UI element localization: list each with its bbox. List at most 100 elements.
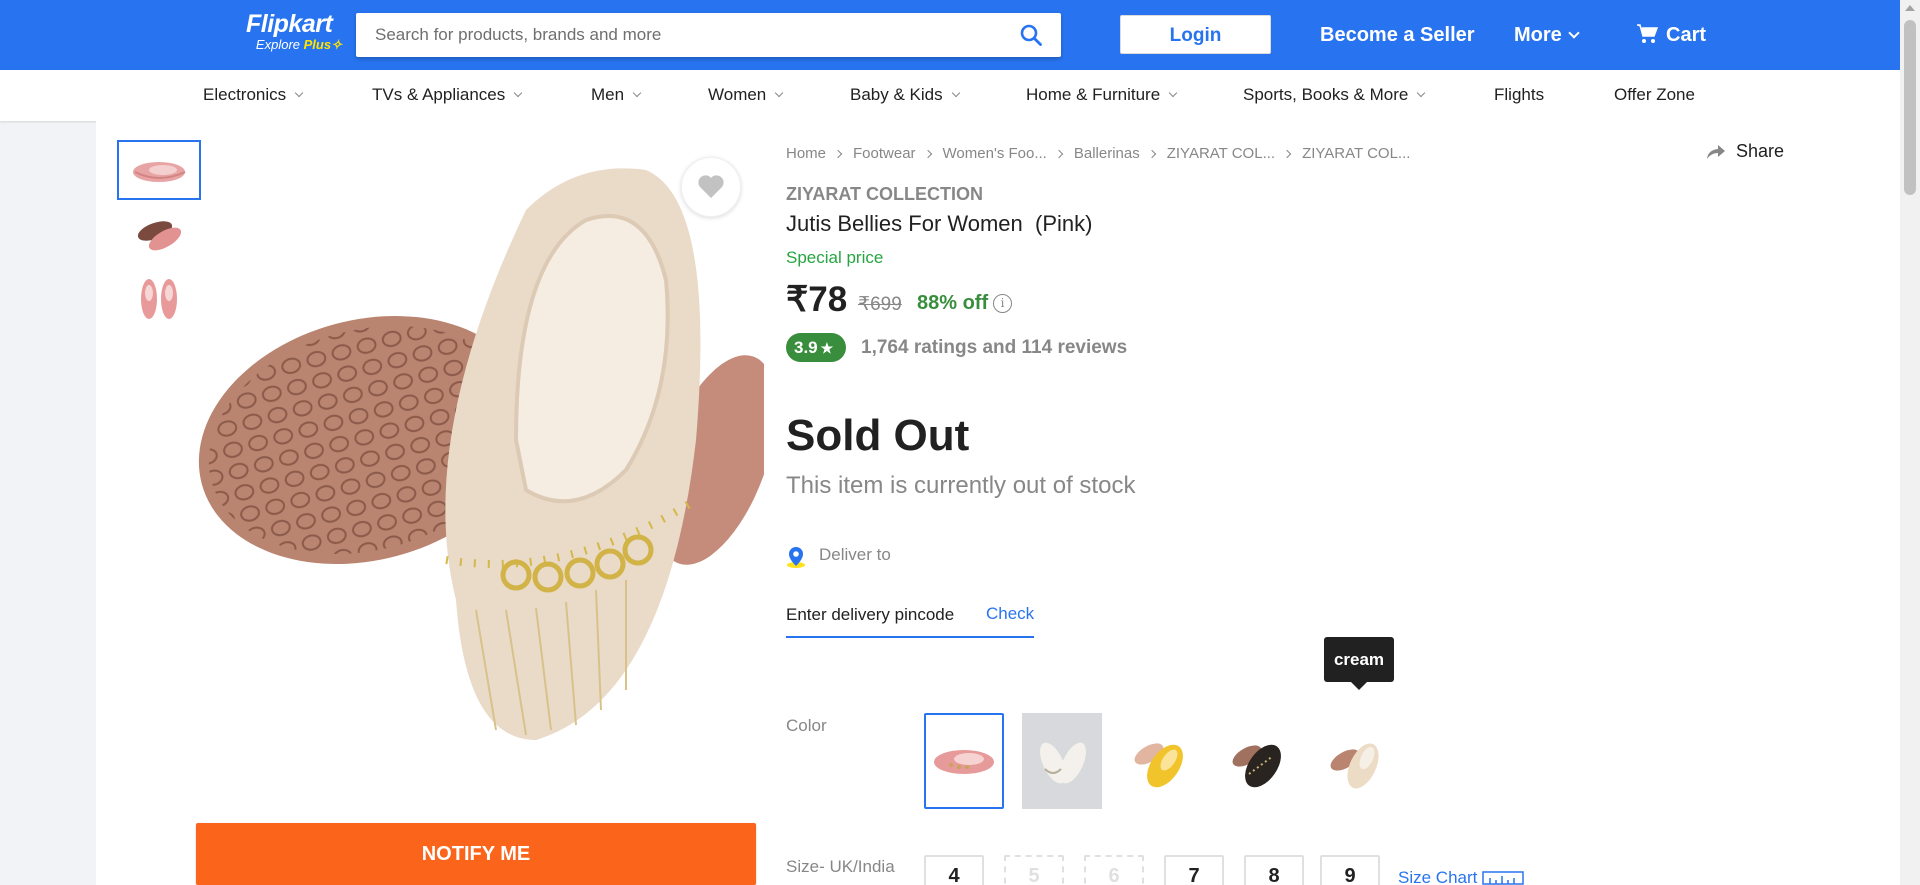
cart-link[interactable]: Cart bbox=[1666, 23, 1706, 47]
white-shoe-image bbox=[1040, 742, 1086, 784]
product-title: Jutis Bellies For Women (Pink) bbox=[786, 211, 1093, 236]
size-option-7[interactable]: 7 bbox=[1164, 855, 1224, 885]
chevron-down-icon bbox=[1568, 27, 1580, 39]
more-label: More bbox=[1514, 24, 1562, 46]
check-pincode-button[interactable]: Check bbox=[986, 604, 1034, 624]
color-swatch-pink[interactable] bbox=[924, 713, 1004, 809]
logo-text: Flipkart bbox=[246, 10, 333, 38]
deliver-to-label: Deliver to bbox=[819, 545, 891, 564]
chevron-down-icon bbox=[775, 88, 784, 98]
pincode-input[interactable] bbox=[786, 596, 976, 634]
rating-value: 3.9 bbox=[794, 338, 818, 357]
chevron-right-icon bbox=[1054, 149, 1064, 159]
breadcrumb-product[interactable]: ZIYARAT COL... bbox=[1302, 145, 1410, 162]
breadcrumb: Home Footwear Women's Foo... Ballerinas ZIYA… bbox=[786, 145, 1410, 162]
category-home-furniture[interactable]: Home & Furniture bbox=[1026, 85, 1178, 105]
category-tvs-appliances[interactable]: TVs & Appliances bbox=[372, 85, 523, 105]
chevron-down-icon bbox=[632, 88, 642, 98]
shoe-thumbnail-image bbox=[141, 279, 177, 319]
shoe-thumbnail-image bbox=[137, 221, 182, 251]
black-shoe-image bbox=[1232, 744, 1281, 788]
more-menu[interactable]: More bbox=[1514, 23, 1580, 47]
special-price-label: Special price bbox=[786, 248, 884, 267]
category-nav: Electronics TVs & Appliances Men Women B… bbox=[0, 70, 1900, 121]
size-option-5: 5 bbox=[1004, 855, 1064, 885]
selling-price: ₹78 bbox=[786, 280, 848, 319]
chevron-down-icon bbox=[514, 88, 523, 98]
chevron-right-icon bbox=[1282, 149, 1292, 159]
category-offer-zone[interactable]: Offer Zone bbox=[1614, 85, 1695, 105]
share-button[interactable]: Share bbox=[1706, 141, 1784, 162]
cream-shoe-image bbox=[1330, 743, 1379, 789]
product-main-image[interactable] bbox=[196, 140, 777, 780]
ruler-icon bbox=[1482, 871, 1524, 885]
size-option-4[interactable]: 4 bbox=[924, 855, 984, 885]
out-of-stock-message: This item is currently out of stock bbox=[786, 472, 1136, 499]
share-icon bbox=[1707, 145, 1725, 159]
size-option-9[interactable]: 9 bbox=[1320, 855, 1380, 885]
page-scrollbar[interactable] bbox=[1900, 0, 1920, 885]
size-option-6: 6 bbox=[1084, 855, 1144, 885]
category-baby-kids[interactable]: Baby & Kids bbox=[850, 85, 960, 105]
top-header: Flipkart Explore Plus✧ Login Become a Se… bbox=[0, 0, 1900, 70]
color-swatch-cream[interactable] bbox=[1316, 713, 1396, 809]
sold-out-heading: Sold Out bbox=[786, 411, 970, 460]
category-women[interactable]: Women bbox=[708, 85, 784, 105]
thumbnail-list bbox=[117, 140, 201, 332]
rating-badge[interactable]: 3.9 ★ bbox=[786, 333, 846, 362]
star-icon: ★ bbox=[820, 340, 834, 356]
logo-subtext: Explore Plus✧ bbox=[255, 37, 342, 52]
color-swatch-white[interactable] bbox=[1022, 713, 1102, 809]
color-label: Color bbox=[786, 716, 827, 735]
search-icon[interactable] bbox=[1019, 23, 1043, 47]
login-button[interactable]: Login bbox=[1120, 15, 1271, 54]
color-swatch-black[interactable] bbox=[1218, 713, 1298, 809]
size-chart-link[interactable]: Size Chart bbox=[1398, 868, 1524, 885]
ratings-reviews-count[interactable]: 1,764 ratings and 114 reviews bbox=[861, 337, 1127, 359]
size-label: Size- UK/India bbox=[786, 857, 895, 876]
breadcrumb-footwear[interactable]: Footwear bbox=[853, 145, 916, 162]
flipkart-logo[interactable]: Flipkart Explore Plus✧ bbox=[246, 10, 346, 52]
chevron-down-icon bbox=[1417, 88, 1426, 98]
breadcrumb-ballerinas[interactable]: Ballerinas bbox=[1074, 145, 1140, 162]
shoe-thumbnail-image bbox=[133, 162, 186, 182]
color-tooltip: cream bbox=[1324, 637, 1394, 690]
breadcrumb-womens-footwear[interactable]: Women's Foo... bbox=[943, 145, 1047, 162]
product-brand: ZIYARAT COLLECTION bbox=[786, 184, 983, 204]
breadcrumb-brand[interactable]: ZIYARAT COL... bbox=[1167, 145, 1275, 162]
become-seller-link[interactable]: Become a Seller bbox=[1320, 23, 1475, 47]
thumbnail-1[interactable] bbox=[117, 140, 201, 200]
chevron-down-icon bbox=[951, 88, 960, 98]
scrollbar-thumb[interactable] bbox=[1904, 20, 1916, 195]
info-icon[interactable]: i bbox=[993, 294, 1012, 313]
discount-percent: 88% off bbox=[917, 292, 989, 314]
juti-shoe-image bbox=[198, 168, 777, 740]
category-electronics[interactable]: Electronics bbox=[203, 85, 304, 105]
size-option-8[interactable]: 8 bbox=[1244, 855, 1304, 885]
chevron-right-icon bbox=[833, 149, 843, 159]
search-bar bbox=[356, 13, 1061, 57]
thumbnail-3[interactable] bbox=[117, 268, 201, 328]
yellow-shoe-image bbox=[1134, 743, 1183, 788]
share-label: Share bbox=[1736, 141, 1785, 161]
category-men[interactable]: Men bbox=[591, 85, 642, 105]
chevron-down-icon bbox=[1168, 88, 1178, 98]
search-input[interactable] bbox=[356, 13, 996, 57]
breadcrumb-home[interactable]: Home bbox=[786, 145, 826, 162]
category-flights[interactable]: Flights bbox=[1494, 85, 1544, 105]
location-pin-icon bbox=[787, 547, 805, 568]
heart-icon bbox=[698, 175, 724, 198]
category-sports-books[interactable]: Sports, Books & More bbox=[1243, 85, 1426, 105]
color-swatch-yellow[interactable] bbox=[1120, 713, 1200, 809]
thumbnail-2[interactable] bbox=[117, 204, 201, 264]
chevron-down-icon bbox=[294, 88, 304, 98]
scroll-up-icon[interactable] bbox=[1905, 5, 1915, 11]
notify-me-button[interactable]: NOTIFY ME bbox=[196, 823, 756, 885]
chevron-right-icon bbox=[923, 149, 932, 159]
original-price: ₹699 bbox=[858, 294, 902, 315]
pink-shoe-image bbox=[934, 750, 994, 774]
size-chart-label: Size Chart bbox=[1398, 868, 1478, 885]
chevron-right-icon bbox=[1147, 149, 1156, 159]
cart-icon[interactable] bbox=[1636, 23, 1658, 45]
wishlist-button[interactable] bbox=[681, 157, 741, 217]
